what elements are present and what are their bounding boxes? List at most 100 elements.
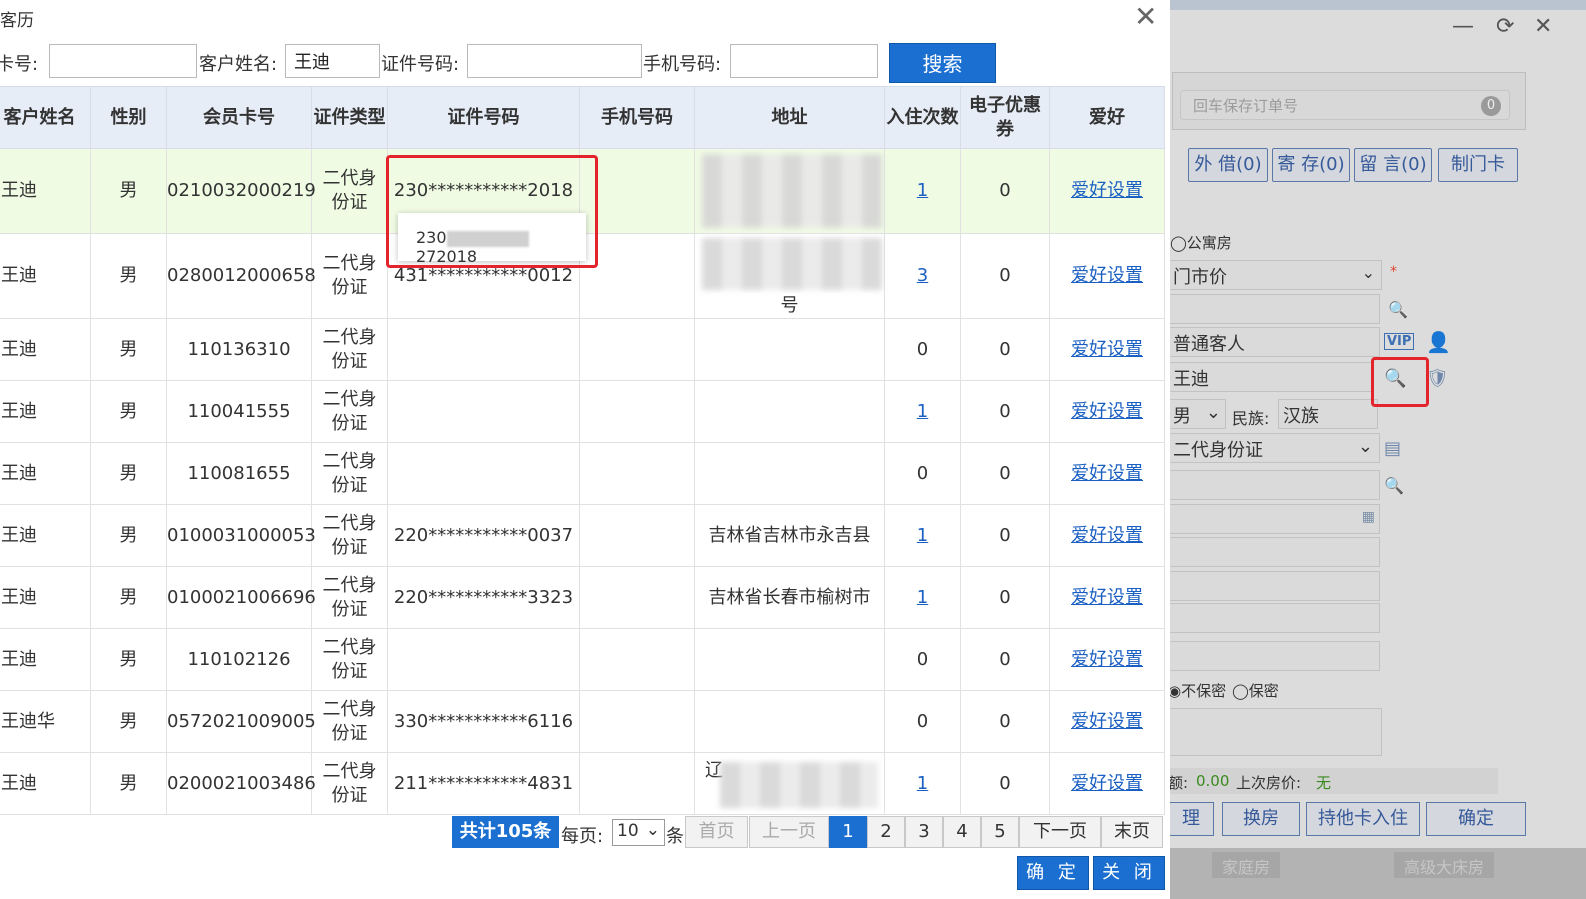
id-number-field[interactable] (1168, 470, 1380, 500)
note-textarea[interactable] (1168, 708, 1382, 756)
other-card-checkin-button[interactable]: 持他卡入住 (1306, 802, 1420, 836)
remark-field[interactable] (1168, 641, 1380, 671)
table-row[interactable]: 王迪男 110102126 二代身份证 0 0 爱好设置 (0, 628, 1165, 691)
next-page-button[interactable]: 下一页 (1019, 816, 1101, 848)
handle-button[interactable]: 理 (1168, 802, 1214, 836)
company-field[interactable] (1168, 603, 1380, 633)
stays-link[interactable]: 3 (917, 265, 928, 286)
borrow-button[interactable]: 外 借(0) (1188, 148, 1268, 182)
table-row[interactable]: 王迪男 110041555 二代身份证 1 0 爱好设置 (0, 380, 1165, 443)
id-input[interactable] (467, 44, 642, 78)
cell-address (694, 442, 885, 505)
stays-link[interactable]: 1 (917, 525, 928, 546)
search-button[interactable]: 搜索 (889, 43, 996, 83)
birthday-field[interactable]: ▦ (1168, 504, 1380, 534)
page-1-button[interactable]: 1 (829, 816, 867, 848)
hobby-settings-link[interactable]: 爱好设置 (1071, 525, 1143, 546)
page-4-button[interactable]: 4 (943, 816, 981, 848)
dialog-close-icon[interactable]: ✕ (1134, 0, 1157, 33)
apartment-radio[interactable]: ◯公寓房 (1170, 232, 1232, 253)
first-page-button[interactable]: 首页 (685, 816, 748, 848)
search-icon[interactable]: 🔍 (1388, 300, 1408, 319)
cell-stays: 1 (884, 752, 961, 815)
price-type-select[interactable]: 门市价 ⌄ (1168, 260, 1382, 290)
table-row[interactable]: 王迪华男 0572021009005 二代身份证 330***********6116… (0, 690, 1165, 753)
background-titlebar (1168, 0, 1586, 10)
hobby-settings-link[interactable]: 爱好设置 (1071, 711, 1143, 732)
prev-page-button[interactable]: 上一页 (749, 816, 829, 848)
stays-link[interactable]: 1 (917, 180, 928, 201)
order-number-input[interactable]: 回车保存订单号 0 (1180, 90, 1510, 120)
confirm-button[interactable]: 确 定 (1017, 856, 1089, 890)
price-type-value: 门市价 (1173, 267, 1227, 288)
phone-field[interactable] (1168, 537, 1380, 567)
name-input[interactable] (285, 44, 380, 78)
hobby-settings-link[interactable]: 爱好设置 (1071, 180, 1143, 201)
message-button[interactable]: 留 言(0) (1354, 148, 1432, 182)
col-header-hobby[interactable]: 爱好 (1049, 86, 1165, 149)
col-header-address[interactable]: 地址 (694, 86, 885, 149)
col-header-gender[interactable]: 性别 (90, 86, 167, 149)
phone-input[interactable] (730, 44, 878, 78)
close-icon[interactable]: ✕ (1534, 14, 1552, 39)
chevron-down-icon: ⌄ (645, 820, 660, 840)
change-room-button[interactable]: 换房 (1222, 802, 1300, 836)
guest-name-value: 王迪 (1173, 369, 1209, 390)
cell-card: 0200021003486 (166, 752, 316, 815)
table-row[interactable]: 王迪男 0100021006696 二代身份证 220***********3323 吉… (0, 566, 1165, 629)
hobby-settings-link[interactable]: 爱好设置 (1071, 649, 1143, 670)
table-row[interactable]: 王迪男 0200021003486 二代身份证 211***********4831 辽… (0, 752, 1165, 815)
table-row[interactable]: 王迪男 110136310 二代身份证 0 0 爱好设置 (0, 318, 1165, 381)
page-2-button[interactable]: 2 (867, 816, 905, 848)
calendar-icon[interactable]: ▦ (1362, 509, 1375, 525)
hobby-settings-link[interactable]: 爱好设置 (1071, 265, 1143, 286)
privacy-no-radio[interactable]: ◉不保密 (1168, 680, 1226, 701)
id-search-icon[interactable]: 🔍 (1384, 476, 1404, 495)
table-row[interactable]: 王迪男 110081655 二代身份证 0 0 爱好设置 (0, 442, 1165, 505)
hobby-settings-link[interactable]: 爱好设置 (1071, 587, 1143, 608)
per-page-select[interactable]: 10 ⌄ (612, 819, 665, 846)
stays-link[interactable]: 1 (917, 401, 928, 422)
col-header-id-type[interactable]: 证件类型 (311, 86, 388, 149)
deposit-button[interactable]: 寄 存(0) (1272, 148, 1350, 182)
room-no-field[interactable] (1168, 294, 1380, 324)
hobby-settings-link[interactable]: 爱好设置 (1071, 773, 1143, 794)
hobby-settings-link[interactable]: 爱好设置 (1071, 463, 1143, 484)
guest-type-value: 普通客人 (1173, 334, 1245, 355)
cell-id-no (387, 380, 580, 443)
bg-confirm-button[interactable]: 确定 (1426, 802, 1526, 836)
add-user-icon[interactable]: 👤 (1426, 330, 1451, 354)
guest-profile-icon[interactable]: 🛡 (1426, 368, 1449, 389)
col-header-card[interactable]: 会员卡号 (166, 86, 312, 149)
minimize-icon[interactable]: — (1452, 14, 1474, 39)
make-card-button[interactable]: 制门卡 (1438, 148, 1518, 182)
privacy-yes-radio[interactable]: ◯保密 (1232, 680, 1279, 701)
guest-name-field[interactable]: 王迪 (1168, 362, 1372, 392)
vip-badge[interactable]: VIP (1384, 333, 1415, 350)
id-reader-icon[interactable]: ▤ (1384, 438, 1401, 459)
card-input[interactable] (49, 44, 197, 78)
guest-type-field[interactable]: 普通客人 (1168, 327, 1380, 357)
room-type-deluxe[interactable]: 高级大床房 (1394, 852, 1495, 878)
col-header-coupons[interactable]: 电子优惠券 (960, 86, 1050, 149)
table-row[interactable]: 王迪男 0100031000053 二代身份证 220***********0037 吉… (0, 504, 1165, 567)
col-header-name[interactable]: 客户姓名 (0, 86, 91, 149)
last-page-button[interactable]: 末页 (1101, 816, 1163, 848)
refresh-icon[interactable]: ⟳ (1496, 14, 1514, 39)
col-header-phone[interactable]: 手机号码 (579, 86, 695, 149)
address-field[interactable] (1168, 571, 1380, 601)
col-header-id-no[interactable]: 证件号码 (387, 86, 580, 149)
hobby-settings-link[interactable]: 爱好设置 (1071, 401, 1143, 422)
close-button[interactable]: 关 闭 (1093, 856, 1165, 890)
hobby-settings-link[interactable]: 爱好设置 (1071, 339, 1143, 360)
stays-link[interactable]: 1 (917, 587, 928, 608)
ethnicity-field[interactable]: 汉族 (1278, 399, 1378, 429)
col-header-stays[interactable]: 入住次数 (884, 86, 961, 149)
name-label: 客户姓名: (199, 54, 278, 75)
id-type-select[interactable]: 二代身份证 ⌄ (1168, 433, 1380, 463)
gender-select[interactable]: 男 ⌄ (1168, 399, 1226, 429)
room-type-family[interactable]: 家庭房 (1212, 852, 1281, 878)
stays-link[interactable]: 1 (917, 773, 928, 794)
page-3-button[interactable]: 3 (905, 816, 943, 848)
page-5-button[interactable]: 5 (981, 816, 1019, 848)
